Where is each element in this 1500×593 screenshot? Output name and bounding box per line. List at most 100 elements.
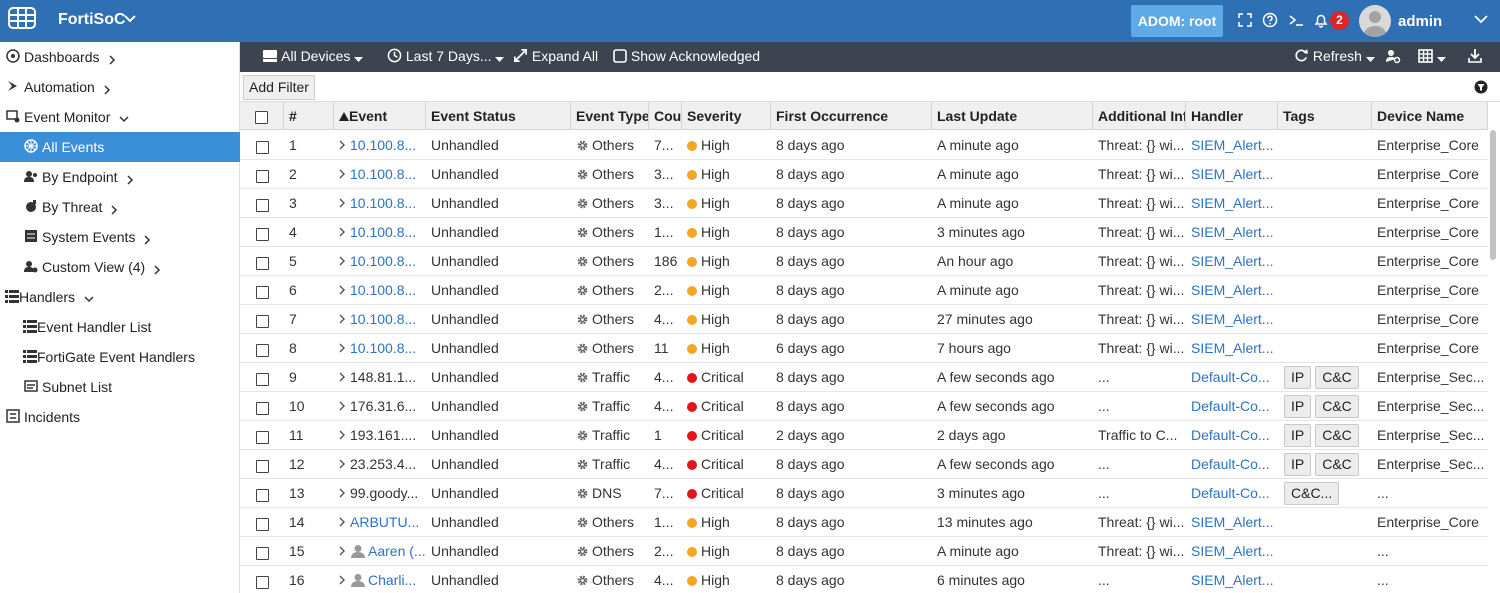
row-checkbox[interactable] <box>256 431 269 444</box>
handler-link[interactable]: SIEM_Alert... <box>1191 282 1273 298</box>
row-checkbox[interactable] <box>256 141 269 154</box>
chevron-right-icon[interactable] <box>339 543 350 559</box>
chevron-down-icon[interactable] <box>124 14 136 24</box>
user-settings-button[interactable] <box>1385 48 1401 66</box>
event-link[interactable]: 10.100.8... <box>350 137 416 153</box>
sidebar-item-system-events[interactable]: System Events <box>0 222 240 252</box>
handler-link[interactable]: SIEM_Alert... <box>1191 514 1273 530</box>
chevron-right-icon[interactable] <box>126 172 134 188</box>
tag-badge[interactable]: C&C <box>1315 395 1359 418</box>
table-row[interactable]: 10 176.31.6... Unhandled Traffic 4... Critica… <box>240 392 1488 421</box>
column-header-last[interactable]: Last Update <box>932 102 1093 130</box>
table-row[interactable]: 7 10.100.8... Unhandled Others 4... High 8 day… <box>240 305 1488 334</box>
row-checkbox[interactable] <box>256 286 269 299</box>
tag-badge[interactable]: IP <box>1284 453 1312 476</box>
table-row[interactable]: 11 193.161.... Unhandled Traffic 1 Critical 2 … <box>240 421 1488 450</box>
time-range-dropdown[interactable]: Last 7 Days... <box>387 48 505 66</box>
row-checkbox[interactable] <box>256 518 269 531</box>
row-checkbox[interactable] <box>256 576 269 589</box>
event-link[interactable]: 10.100.8... <box>350 253 416 269</box>
chevron-right-icon[interactable] <box>154 262 161 278</box>
chevron-right-icon[interactable] <box>144 232 151 248</box>
sidebar-item-event-handler-list[interactable]: Event Handler List <box>0 312 240 342</box>
tag-badge[interactable]: IP <box>1284 366 1312 389</box>
chevron-right-icon[interactable] <box>111 202 118 218</box>
handler-link[interactable]: SIEM_Alert... <box>1191 311 1273 327</box>
row-checkbox[interactable] <box>256 315 269 328</box>
chevron-right-icon[interactable] <box>339 485 350 501</box>
chevron-right-icon[interactable] <box>339 456 350 472</box>
column-settings-dropdown[interactable] <box>1418 48 1446 66</box>
help-icon[interactable] <box>1262 12 1278 28</box>
sidebar-item-by-endpoint[interactable]: By Endpoint <box>0 162 240 192</box>
handler-link[interactable]: SIEM_Alert... <box>1191 137 1273 153</box>
event-link[interactable]: ARBUTU... <box>350 514 419 530</box>
table-row[interactable]: 12 23.253.4... Unhandled Traffic 4... Critica… <box>240 450 1488 479</box>
table-row[interactable]: 15 Aaren (... Unhandled Others 2... High 8 day… <box>240 537 1488 566</box>
table-row[interactable]: 6 10.100.8... Unhandled Others 2... High 8 day… <box>240 276 1488 305</box>
handler-link[interactable]: SIEM_Alert... <box>1191 224 1273 240</box>
download-button[interactable] <box>1468 48 1482 66</box>
tag-badge[interactable]: C&C <box>1315 424 1359 447</box>
vertical-scrollbar[interactable] <box>1490 130 1496 260</box>
fullscreen-icon[interactable] <box>1237 12 1253 28</box>
sidebar-item-event-monitor[interactable]: Event Monitor <box>0 102 240 132</box>
chevron-right-icon[interactable] <box>339 224 350 240</box>
chevron-right-icon[interactable] <box>339 195 350 211</box>
chevron-right-icon[interactable] <box>339 369 350 385</box>
user-name[interactable]: admin <box>1398 13 1442 30</box>
event-link[interactable]: Aaren (... <box>368 543 426 559</box>
table-row[interactable]: 3 10.100.8... Unhandled Others 3... High 8 day… <box>240 189 1488 218</box>
tag-badge[interactable]: C&C <box>1315 366 1359 389</box>
handler-link[interactable]: SIEM_Alert... <box>1191 195 1273 211</box>
chevron-right-icon[interactable] <box>339 253 350 269</box>
app-name[interactable]: FortiSoC <box>58 11 126 29</box>
tag-badge[interactable]: C&C... <box>1284 482 1340 505</box>
sidebar-item-subnet-list[interactable]: Subnet List <box>0 372 240 402</box>
row-checkbox[interactable] <box>256 547 269 560</box>
column-header-num[interactable]: # <box>284 102 334 130</box>
avatar[interactable] <box>1359 5 1391 37</box>
column-header-event[interactable]: Event <box>334 102 426 130</box>
column-header-check[interactable] <box>240 102 284 130</box>
select-all-checkbox[interactable] <box>255 111 268 124</box>
show-acknowledged-checkbox[interactable]: Show Acknowledged <box>613 48 760 66</box>
chevron-right-icon[interactable] <box>339 166 350 182</box>
chevron-right-icon[interactable] <box>339 282 350 298</box>
sidebar-item-handlers[interactable]: Handlers <box>0 282 240 312</box>
handler-link[interactable]: Default-Co... <box>1191 427 1270 443</box>
row-checkbox[interactable] <box>256 344 269 357</box>
column-header-handler[interactable]: Handler <box>1186 102 1278 130</box>
sidebar-item-fortigate-event-handlers[interactable]: FortiGate Event Handlers <box>0 342 240 372</box>
column-header-count[interactable]: Count <box>649 102 682 130</box>
handler-link[interactable]: Default-Co... <box>1191 398 1270 414</box>
table-row[interactable]: 9 148.81.1... Unhandled Traffic 4... Critical… <box>240 363 1488 392</box>
column-header-status[interactable]: Event Status <box>426 102 571 130</box>
sidebar-item-dashboards[interactable]: Dashboards <box>0 42 240 72</box>
row-checkbox[interactable] <box>256 489 269 502</box>
chevron-right-icon[interactable] <box>104 82 111 98</box>
handler-link[interactable]: SIEM_Alert... <box>1191 166 1273 182</box>
chevron-right-icon[interactable] <box>339 137 350 153</box>
notification-badge[interactable]: 2 <box>1330 11 1349 30</box>
row-checkbox[interactable] <box>256 170 269 183</box>
handler-link[interactable]: SIEM_Alert... <box>1191 340 1273 356</box>
column-header-info[interactable]: Additional Info <box>1093 102 1186 130</box>
event-link[interactable]: Charli... <box>368 572 416 588</box>
chevron-right-icon[interactable] <box>339 427 350 443</box>
sidebar-item-by-threat[interactable]: By Threat <box>0 192 240 222</box>
handler-link[interactable]: SIEM_Alert... <box>1191 253 1273 269</box>
event-link[interactable]: 10.100.8... <box>350 340 416 356</box>
row-checkbox[interactable] <box>256 402 269 415</box>
handler-link[interactable]: Default-Co... <box>1191 456 1270 472</box>
row-checkbox[interactable] <box>256 199 269 212</box>
bell-icon[interactable] <box>1313 12 1329 28</box>
column-header-device[interactable]: Device Name <box>1372 102 1488 130</box>
table-row[interactable]: 8 10.100.8... Unhandled Others 11 High 6 days … <box>240 334 1488 363</box>
table-row[interactable]: 13 99.goody... Unhandled DNS 7... Critical 8 d… <box>240 479 1488 508</box>
chevron-right-icon[interactable] <box>339 514 350 530</box>
chevron-right-icon[interactable] <box>108 52 116 68</box>
chevron-right-icon[interactable] <box>339 398 350 414</box>
column-header-tags[interactable]: Tags <box>1278 102 1372 130</box>
chevron-down-icon[interactable] <box>1474 14 1488 24</box>
